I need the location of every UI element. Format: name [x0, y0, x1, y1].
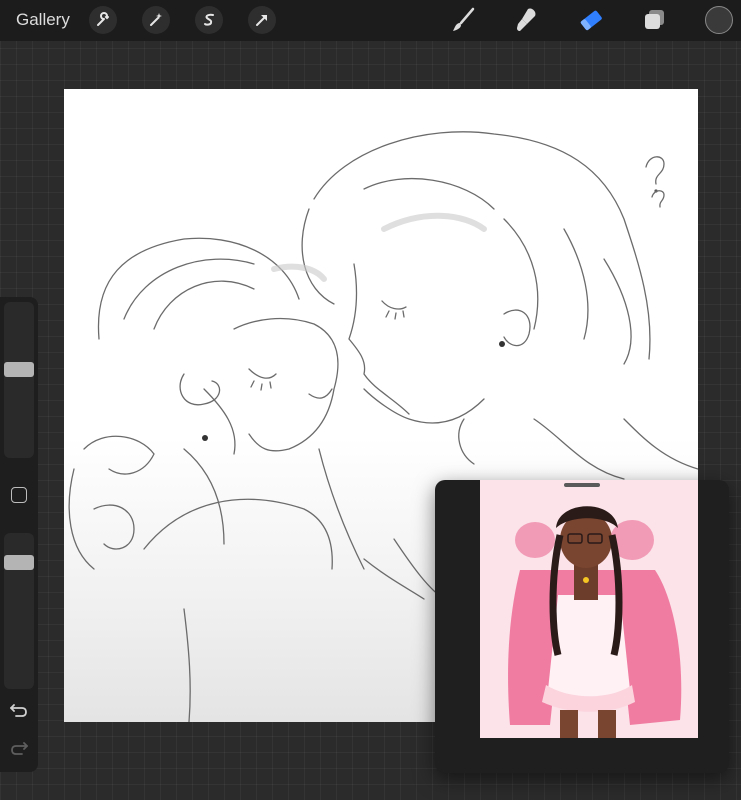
wrench-icon[interactable]	[89, 6, 117, 34]
top-toolbar: Gallery	[0, 0, 741, 41]
opacity-thumb[interactable]	[4, 555, 34, 570]
brush-icon[interactable]	[448, 5, 478, 35]
smudge-icon[interactable]	[511, 5, 541, 35]
left-sidebar	[0, 297, 38, 772]
brush-size-thumb[interactable]	[4, 362, 34, 377]
color-picker-button[interactable]	[705, 6, 733, 34]
modify-square-icon[interactable]	[11, 487, 27, 503]
reference-window[interactable]	[435, 480, 729, 773]
selection-icon[interactable]	[195, 6, 223, 34]
gallery-button[interactable]: Gallery	[16, 10, 70, 30]
layers-icon[interactable]	[640, 5, 670, 35]
reference-drag-handle[interactable]	[564, 483, 600, 487]
magic-wand-icon[interactable]	[142, 6, 170, 34]
reference-artwork	[480, 480, 698, 738]
transform-arrow-icon[interactable]	[248, 6, 276, 34]
redo-icon[interactable]	[8, 737, 30, 759]
eraser-icon[interactable]	[576, 5, 606, 35]
undo-icon[interactable]	[8, 699, 30, 721]
brush-size-slider[interactable]	[4, 302, 34, 458]
